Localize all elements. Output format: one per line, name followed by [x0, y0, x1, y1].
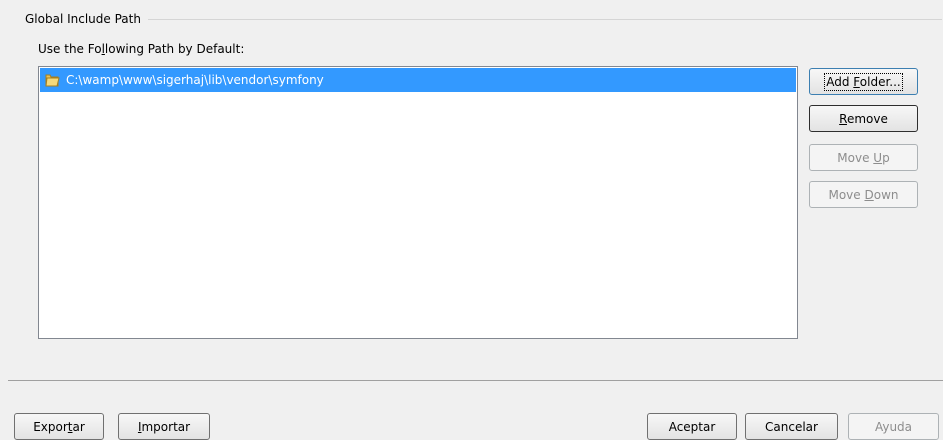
- move-down-label-end: own: [873, 187, 899, 202]
- remove-button[interactable]: Remove: [809, 105, 918, 132]
- import-label-end: mportar: [141, 419, 191, 434]
- default-path-label-start: Use the Fo: [38, 42, 102, 56]
- add-folder-label-start: Add: [826, 74, 854, 89]
- import-button[interactable]: Importar: [118, 413, 210, 440]
- default-path-label: Use the Following Path by Default:: [38, 41, 244, 57]
- folder-icon: [45, 74, 60, 87]
- include-path-list[interactable]: C:\wamp\www\sigerhaj\lib\vendor\symfony: [38, 66, 798, 339]
- move-down-label-start: Move: [828, 187, 865, 202]
- ok-button[interactable]: Aceptar: [647, 413, 737, 440]
- move-up-button-label: Move Up: [837, 151, 889, 165]
- move-down-button[interactable]: Move Down: [809, 181, 918, 208]
- remove-label-mnemonic: R: [839, 111, 847, 126]
- move-down-label-mnemonic: D: [864, 187, 874, 202]
- help-button[interactable]: Ayuda: [848, 413, 939, 440]
- footer-separator: [8, 380, 943, 381]
- move-up-button[interactable]: Move Up: [809, 144, 918, 171]
- cancel-button-label: Cancelar: [765, 419, 818, 434]
- cancel-button[interactable]: Cancelar: [745, 413, 838, 440]
- export-label-end: ar: [72, 419, 85, 434]
- list-item[interactable]: C:\wamp\www\sigerhaj\lib\vendor\symfony: [40, 68, 796, 92]
- remove-label-end: emove: [846, 111, 888, 126]
- add-folder-label-end: older...: [859, 74, 901, 89]
- ok-button-label: Aceptar: [668, 419, 716, 434]
- group-divider: [148, 19, 942, 20]
- add-folder-button-label: Add Folder...: [824, 72, 903, 91]
- move-down-button-label: Move Down: [828, 188, 898, 202]
- help-button-label: Ayuda: [874, 419, 913, 434]
- export-label-start: Expor: [33, 419, 68, 434]
- list-item-path: C:\wamp\www\sigerhaj\lib\vendor\symfony: [66, 73, 324, 87]
- export-button-label: Exportar: [33, 420, 85, 434]
- default-path-label-end: lowing Path by Default:: [104, 42, 245, 56]
- move-up-label-start: Move: [837, 150, 874, 165]
- remove-button-label: Remove: [839, 112, 888, 126]
- add-folder-button[interactable]: Add Folder...: [809, 68, 918, 95]
- group-title: Global Include Path: [25, 12, 141, 26]
- include-path-panel: Global Include Path Use the Following Pa…: [0, 0, 943, 380]
- import-button-label: Importar: [138, 420, 190, 434]
- export-button[interactable]: Exportar: [14, 413, 104, 440]
- move-up-label-end: p: [882, 150, 890, 165]
- move-up-label-mnemonic: U: [873, 150, 883, 165]
